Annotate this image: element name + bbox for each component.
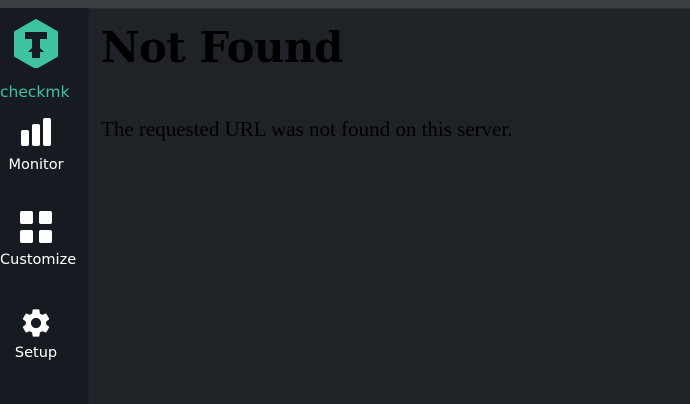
grid-icon	[20, 211, 52, 243]
sidebar-item-customize[interactable]: Customize	[0, 211, 77, 268]
main-content: Not Found The requested URL was not foun…	[89, 9, 690, 404]
gear-icon	[22, 309, 50, 337]
error-message: The requested URL was not found on this …	[101, 117, 513, 141]
logo-text: checkmk	[0, 83, 70, 101]
sidebar-item-label: Customize	[0, 252, 77, 268]
sidebar-item-monitor[interactable]: Monitor	[0, 118, 72, 173]
checkmk-logo-icon	[14, 19, 58, 68]
bar-chart-icon	[21, 118, 51, 146]
sidebar-item-label: Setup	[14, 345, 58, 361]
window-top-bar	[0, 0, 690, 9]
sidebar: checkmk Monitor Customize Setup	[0, 8, 89, 404]
checkmk-logo[interactable]: checkmk	[0, 18, 88, 102]
sidebar-item-setup[interactable]: Setup	[0, 306, 72, 361]
sidebar-item-label: Monitor	[8, 157, 64, 173]
page-title: Not Found	[101, 23, 343, 72]
